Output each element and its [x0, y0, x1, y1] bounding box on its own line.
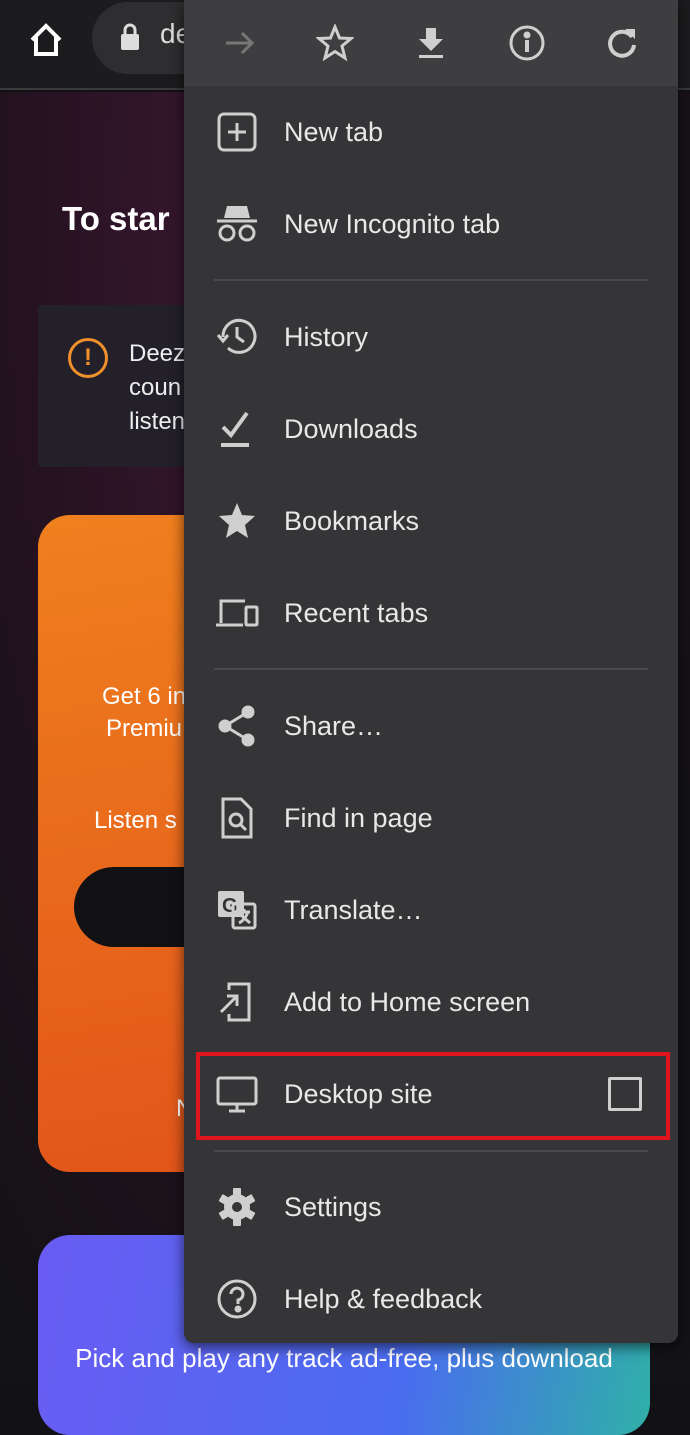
offer-text: Get 6 in [102, 683, 187, 710]
page-title: To star [62, 200, 170, 237]
warning-text: Deez coun listen [129, 340, 186, 435]
menu-divider [214, 279, 648, 281]
page-info-button[interactable] [503, 19, 551, 67]
forward-button[interactable] [216, 19, 264, 67]
translate-icon: G [218, 891, 257, 930]
desktop-site-checkbox[interactable] [608, 1077, 642, 1111]
warning-icon: ! [68, 338, 108, 378]
menu-item-find-in-page[interactable]: Find in page [184, 772, 678, 864]
incognito-icon [217, 206, 257, 242]
history-icon [216, 318, 257, 354]
help-icon [217, 1279, 257, 1319]
downloads-check-icon [221, 411, 249, 447]
menu-toolbar [184, 0, 678, 86]
highlight-box [196, 1052, 670, 1140]
lock-icon [121, 23, 139, 50]
desktop-icon [216, 1076, 258, 1113]
new-tab-icon [217, 112, 257, 152]
menu-item-history[interactable]: History [184, 291, 678, 383]
download-page-button[interactable] [407, 19, 455, 67]
home-icon[interactable] [26, 20, 66, 60]
bookmark-star-icon [219, 503, 255, 538]
gear-icon [218, 1188, 256, 1226]
menu-item-new-incognito-tab[interactable]: New Incognito tab [184, 178, 678, 270]
offer-subtext: Listen s [94, 807, 177, 834]
download-icon [418, 28, 443, 58]
menu-divider [214, 668, 648, 670]
menu-item-add-to-home-screen[interactable]: Add to Home screen [184, 956, 678, 1048]
menu-item-share[interactable]: Share… [184, 680, 678, 772]
menu-item-downloads[interactable]: Downloads [184, 383, 678, 475]
reload-button[interactable] [598, 19, 646, 67]
menu-item-settings[interactable]: Settings [184, 1161, 678, 1253]
share-icon [218, 705, 255, 747]
menu-item-recent-tabs[interactable]: Recent tabs [184, 567, 678, 659]
find-in-page-icon [221, 797, 253, 839]
devices-icon [216, 599, 259, 627]
star-icon [316, 24, 355, 62]
plan-description: Pick and play any track ad-free, plus do… [75, 1343, 613, 1373]
add-to-home-icon [219, 982, 251, 1022]
menu-divider [214, 1150, 648, 1152]
menu-item-bookmarks[interactable]: Bookmarks [184, 475, 678, 567]
browser-overflow-menu: New tab New Incognito tab History Downlo… [184, 0, 678, 1343]
svg-text:G: G [222, 895, 238, 917]
info-icon [509, 25, 545, 61]
forward-arrow-icon [225, 31, 254, 55]
reload-icon [608, 29, 637, 58]
menu-item-new-tab[interactable]: New tab [184, 86, 678, 178]
offer-text: Premiu [106, 715, 183, 742]
menu-item-help-feedback[interactable]: Help & feedback [184, 1253, 678, 1345]
bookmark-button[interactable] [311, 19, 359, 67]
menu-item-desktop-site[interactable]: Desktop site [184, 1048, 678, 1140]
menu-item-translate[interactable]: G Translate… [184, 864, 678, 956]
